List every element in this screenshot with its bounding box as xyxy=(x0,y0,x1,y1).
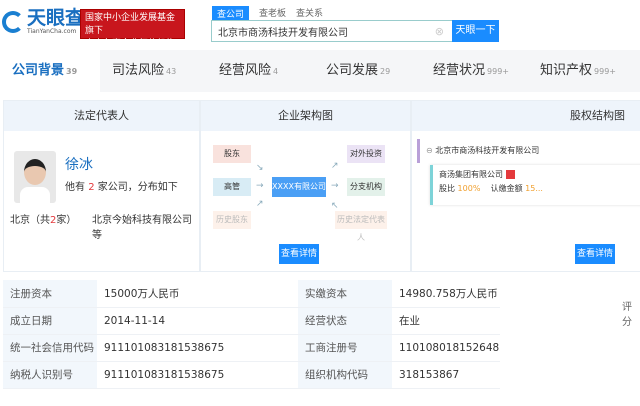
view-details-button[interactable]: 查看详情 xyxy=(575,244,615,264)
field-label: 成立日期 xyxy=(3,307,97,335)
field-value: 2014-11-14 xyxy=(97,307,298,335)
section-tabs: 公司背景 39 司法风险 43 经营风险 4 公司发展 29 经营状况 999+ 知识产权… xyxy=(0,50,640,92)
panel-title: 法定代表人 xyxy=(4,101,199,131)
field-value: 14980.758万人民币 xyxy=(392,280,500,308)
search-input[interactable] xyxy=(212,21,435,41)
arrow-icon: ↖ xyxy=(331,201,339,211)
tab-label: 公司发展 xyxy=(326,63,379,78)
tab-company-background[interactable]: 公司背景 39 xyxy=(0,50,100,92)
arrow-icon: → xyxy=(256,181,264,191)
node-executives: 高管 xyxy=(213,178,251,196)
field-label: 纳税人识别号 xyxy=(3,361,97,389)
tab-count: 4 xyxy=(273,67,279,76)
badge-line1: 国家中小企业发展基金旗下 xyxy=(85,13,176,36)
certification-badge: 国家中小企业发展基金旗下 官方备案企业征信机构 xyxy=(80,9,185,49)
equity-structure-panel: 股权结构图 ⊖ 北京市商汤科技开发有限公司 商汤集团有限公司 股比 100% 认… xyxy=(411,100,640,272)
field-label: 组织机构代码 xyxy=(298,361,392,389)
node-shareholders: 股东 xyxy=(213,145,251,163)
tab-label: 经营状况 xyxy=(433,63,486,78)
node-history-shareholders: 历史股东 xyxy=(213,211,251,229)
search-button[interactable]: 天眼一下 xyxy=(452,20,499,42)
avatar[interactable] xyxy=(14,151,56,203)
legal-representative-panel: 法定代表人 徐冰 他有 2 家公司，分布如下 北京（共2家） 北京今始科技有限公… xyxy=(3,100,200,272)
field-value: 318153867 xyxy=(392,361,500,389)
table-row: 纳税人识别号 911101083181538675 组织机构代码 318153867 xyxy=(3,361,500,389)
arrow-icon: ↗ xyxy=(331,161,339,171)
node-center-company: XXXX有限公司 xyxy=(272,177,326,197)
field-value: 15000万人民币 xyxy=(97,280,298,308)
amount-value: 15... xyxy=(525,184,543,193)
field-value: 911101083181538675 xyxy=(97,334,298,362)
logo-subtext: TianYanCha.com xyxy=(27,28,77,35)
tab-label: 知识产权 xyxy=(540,63,593,78)
table-row: 注册资本 15000万人民币 实缴资本 14980.758万人民币 xyxy=(3,280,500,308)
region-summary: 北京（共2家） xyxy=(10,211,76,226)
panel-title: 企业架构图 xyxy=(201,101,410,131)
company-info-table: 注册资本 15000万人民币 实缴资本 14980.758万人民币 成立日期 2014-… xyxy=(3,280,500,389)
tab-count: 29 xyxy=(380,67,391,76)
field-label: 工商注册号 xyxy=(298,334,392,362)
field-label: 统一社会信用代码 xyxy=(3,334,97,362)
tab-count: 999+ xyxy=(594,67,616,76)
tab-judicial-risk[interactable]: 司法风险 43 xyxy=(100,50,207,92)
arrow-icon: ↘ xyxy=(256,163,264,173)
region-text: 北京（共 xyxy=(10,215,50,226)
field-label: 实缴资本 xyxy=(298,280,392,308)
tab-count: 43 xyxy=(166,67,177,76)
score-label: 评分 xyxy=(622,302,632,328)
holder-badge-icon xyxy=(505,170,515,179)
field-label: 注册资本 xyxy=(3,280,97,308)
amount-label: 认缴金额 xyxy=(490,184,523,193)
field-label: 经营状态 xyxy=(298,307,392,335)
node-investments: 对外投资 xyxy=(347,145,385,163)
legal-rep-name[interactable]: 徐冰 xyxy=(65,154,93,174)
logo-eye-icon xyxy=(2,10,24,33)
root-company-name: 北京市商汤科技开发有限公司 xyxy=(435,146,540,155)
equity-holder-card[interactable]: 商汤集团有限公司 股比 100% 认缴金额 15... xyxy=(430,165,640,205)
panel-title: 股权结构图 xyxy=(412,101,640,131)
tab-intellectual-property[interactable]: 知识产权 999+ xyxy=(528,50,635,92)
tab-company-development[interactable]: 公司发展 29 xyxy=(314,50,421,92)
field-value: 在业 xyxy=(392,307,500,335)
holder-name: 商汤集团有限公司 xyxy=(439,170,503,179)
clear-icon[interactable]: ⊗ xyxy=(435,25,444,38)
ratio-value: 100% xyxy=(457,184,481,193)
related-companies[interactable]: 北京今始科技有限公司等 xyxy=(92,211,199,241)
tab-search-relation[interactable]: 查关系 xyxy=(296,6,323,21)
collapse-icon[interactable]: ⊖ xyxy=(426,146,433,155)
desc-text: 家公司，分布如下 xyxy=(97,182,178,193)
ratio-label: 股比 xyxy=(439,184,455,193)
node-history-legal-rep: 历史法定代表人 xyxy=(335,211,387,242)
table-row: 统一社会信用代码 911101083181538675 工商注册号 110108018… xyxy=(3,334,500,362)
desc-text: 他有 xyxy=(65,182,85,193)
node-branches: 分支机构 xyxy=(347,178,385,196)
tab-label: 经营风险 xyxy=(219,63,272,78)
company-count: 2 xyxy=(88,182,95,193)
field-value: 110108018152648 xyxy=(392,334,500,362)
search-type-tabs: 查公司 查老板 查关系 xyxy=(212,6,323,21)
tab-search-boss[interactable]: 查老板 xyxy=(259,6,286,21)
region-text: 家） xyxy=(56,215,77,226)
equity-root-company[interactable]: ⊖ 北京市商汤科技开发有限公司 xyxy=(417,139,640,163)
logo[interactable]: 天眼查 TianYanCha.com xyxy=(2,8,84,35)
legal-rep-desc: 他有 2 家公司，分布如下 xyxy=(65,178,178,193)
arrow-icon: → xyxy=(331,181,339,191)
enterprise-structure-panel: 企业架构图 股东 高管 历史股东 ↘ → ↗ XXXX有限公司 ↗ → ↖ 对外… xyxy=(200,100,411,272)
tab-count: 39 xyxy=(66,67,78,76)
tab-search-company[interactable]: 查公司 xyxy=(212,6,250,21)
view-details-button[interactable]: 查看详情 xyxy=(279,244,319,264)
tab-operating-risk[interactable]: 经营风险 4 xyxy=(207,50,314,92)
tab-label: 司法风险 xyxy=(112,63,165,78)
tab-operating-status[interactable]: 经营状况 999+ xyxy=(421,50,528,92)
field-value: 911101083181538675 xyxy=(97,361,298,389)
table-row: 成立日期 2014-11-14 经营状态 在业 xyxy=(3,307,500,335)
tab-label: 公司背景 xyxy=(12,63,65,78)
arrow-icon: ↗ xyxy=(256,199,264,209)
tab-count: 999+ xyxy=(487,67,509,76)
logo-text: 天眼查 xyxy=(27,7,85,29)
